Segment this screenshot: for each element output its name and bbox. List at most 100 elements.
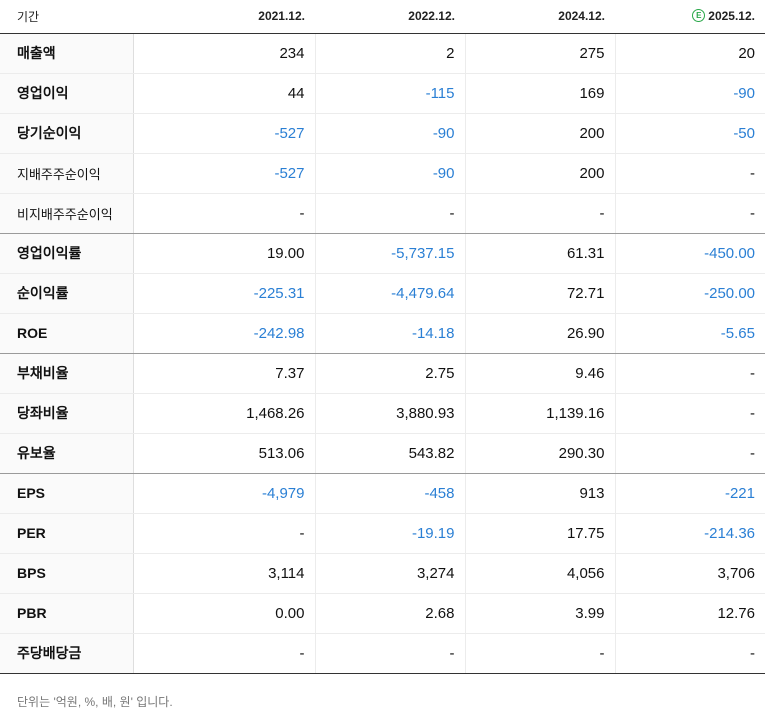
value-cell: - bbox=[132, 513, 315, 554]
value-cell: 513.06 bbox=[132, 433, 315, 474]
table-row: PBR 0.00 2.68 3.99 12.76 bbox=[0, 593, 765, 634]
row-label: 영업이익률 bbox=[0, 233, 134, 274]
row-label: 매출액 bbox=[0, 33, 134, 74]
row-label: 당좌비율 bbox=[0, 393, 134, 434]
value-cell: 913 bbox=[464, 473, 615, 514]
value-cell: 234 bbox=[132, 33, 315, 74]
value-cell: -450.00 bbox=[614, 233, 765, 274]
value-cell: 3,274 bbox=[314, 553, 465, 594]
value-cell: 61.31 bbox=[464, 233, 615, 274]
row-label: 영업이익 bbox=[0, 73, 134, 114]
value-cell: -90 bbox=[314, 153, 465, 194]
table-row: 부채비율 7.37 2.75 9.46- bbox=[0, 353, 765, 394]
period-2024: 2024.12. bbox=[465, 0, 615, 34]
value-cell: 290.30 bbox=[464, 433, 615, 474]
value-cell: 200 bbox=[464, 113, 615, 154]
value-cell: -50 bbox=[614, 113, 765, 154]
row-label: 지배주주순이익 bbox=[0, 153, 134, 194]
row-label: 주당배당금 bbox=[0, 633, 134, 674]
value-cell: 3,114 bbox=[132, 553, 315, 594]
value-cell: -14.18 bbox=[314, 313, 465, 354]
value-cell: -90 bbox=[314, 113, 465, 154]
value-cell: - bbox=[614, 353, 765, 394]
value-cell: -4,979 bbox=[132, 473, 315, 514]
estimate-e-icon: E bbox=[692, 9, 706, 23]
value-cell: 20 bbox=[614, 33, 765, 74]
value-cell: -5.65 bbox=[614, 313, 765, 354]
value-cell: -214.36 bbox=[614, 513, 765, 554]
value-cell: 0.00 bbox=[132, 593, 315, 634]
row-label: PBR bbox=[0, 593, 134, 634]
value-cell: 3,706 bbox=[614, 553, 765, 594]
table-row: BPS 3,114 3,274 4,056 3,706 bbox=[0, 553, 765, 594]
period-2021: 2021.12. bbox=[133, 0, 315, 34]
value-cell: 7.37 bbox=[132, 353, 315, 394]
value-cell: 4,056 bbox=[464, 553, 615, 594]
value-cell: 543.82 bbox=[314, 433, 465, 474]
value-cell: -19.19 bbox=[314, 513, 465, 554]
table-row: ROE -242.98 -14.18 26.90 -5.65 bbox=[0, 313, 765, 354]
value-cell: 17.75 bbox=[464, 513, 615, 554]
value-cell: 275 bbox=[464, 33, 615, 74]
value-cell: -458 bbox=[314, 473, 465, 514]
row-label: 부채비율 bbox=[0, 353, 134, 394]
value-cell: - bbox=[614, 393, 765, 434]
value-cell: -115 bbox=[314, 73, 465, 114]
value-cell: 2.68 bbox=[314, 593, 465, 634]
row-label: 유보율 bbox=[0, 433, 134, 474]
table-row: 주당배당금 - - - - bbox=[0, 633, 765, 674]
row-label: PER bbox=[0, 513, 134, 554]
financial-summary-table: 기간 2021.12. 2022.12. 2024.12. E 2025.12. … bbox=[0, 0, 765, 674]
value-cell: -225.31 bbox=[132, 273, 315, 314]
value-cell: - bbox=[464, 633, 615, 674]
value-cell: 1,139.16 bbox=[464, 393, 615, 434]
table-row: 순이익률 -225.31 -4,479.64 72.71 -250.00 bbox=[0, 273, 765, 314]
value-cell: -527 bbox=[132, 113, 315, 154]
value-cell: -4,479.64 bbox=[314, 273, 465, 314]
value-cell: 200 bbox=[464, 153, 615, 194]
row-label: BPS bbox=[0, 553, 134, 594]
value-cell: - bbox=[614, 633, 765, 674]
value-cell: 72.71 bbox=[464, 273, 615, 314]
period-label: 기간 bbox=[0, 0, 133, 34]
value-cell: - bbox=[132, 633, 315, 674]
value-cell: 2.75 bbox=[314, 353, 465, 394]
row-label: ROE bbox=[0, 313, 134, 354]
value-cell: -90 bbox=[614, 73, 765, 114]
header-row: 기간 2021.12. 2022.12. 2024.12. E 2025.12. bbox=[0, 0, 765, 34]
period-2022: 2022.12. bbox=[315, 0, 465, 34]
value-cell: 3,880.93 bbox=[314, 393, 465, 434]
table-row: 당좌비율 1,468.26 3,880.93 1,139.16- bbox=[0, 393, 765, 434]
value-cell: 12.76 bbox=[614, 593, 765, 634]
table-row: 유보율 513.06 543.82 290.30- bbox=[0, 433, 765, 474]
value-cell: 2 bbox=[314, 33, 465, 74]
value-cell: - bbox=[614, 433, 765, 474]
table-row: 지배주주순이익 -527 -90 200- bbox=[0, 153, 765, 194]
value-cell: -221 bbox=[614, 473, 765, 514]
value-cell: - bbox=[314, 633, 465, 674]
unit-footnote: 단위는 '억원, %, 배, 원' 입니다. bbox=[17, 694, 173, 709]
table-row: 비지배주주순이익 - - - - bbox=[0, 193, 765, 234]
table-row: 영업이익률 19.00 -5,737.15 61.31 -450.00 bbox=[0, 233, 765, 274]
value-cell: 44 bbox=[132, 73, 315, 114]
table-row: 매출액 234 2 275 20 bbox=[0, 33, 765, 74]
value-cell: -527 bbox=[132, 153, 315, 194]
table-row: 영업이익 44 -115 169 -90 bbox=[0, 73, 765, 114]
row-label: 당기순이익 bbox=[0, 113, 134, 154]
value-cell: - bbox=[614, 193, 765, 234]
row-label: 순이익률 bbox=[0, 273, 134, 314]
value-cell: 1,468.26 bbox=[132, 393, 315, 434]
value-cell: - bbox=[314, 193, 465, 234]
period-2025-label: 2025.12. bbox=[708, 9, 755, 24]
row-label: EPS bbox=[0, 473, 134, 514]
value-cell: 9.46 bbox=[464, 353, 615, 394]
value-cell: 19.00 bbox=[132, 233, 315, 274]
table-row: EPS -4,979 -458 913 -221 bbox=[0, 473, 765, 514]
row-label: 비지배주주순이익 bbox=[0, 193, 134, 234]
value-cell: -250.00 bbox=[614, 273, 765, 314]
value-cell: - bbox=[614, 153, 765, 194]
table-row: PER - -19.19 17.75 -214.36 bbox=[0, 513, 765, 554]
table-row: 당기순이익 -527 -90 200 -50 bbox=[0, 113, 765, 154]
value-cell: - bbox=[132, 193, 315, 234]
value-cell: 26.90 bbox=[464, 313, 615, 354]
